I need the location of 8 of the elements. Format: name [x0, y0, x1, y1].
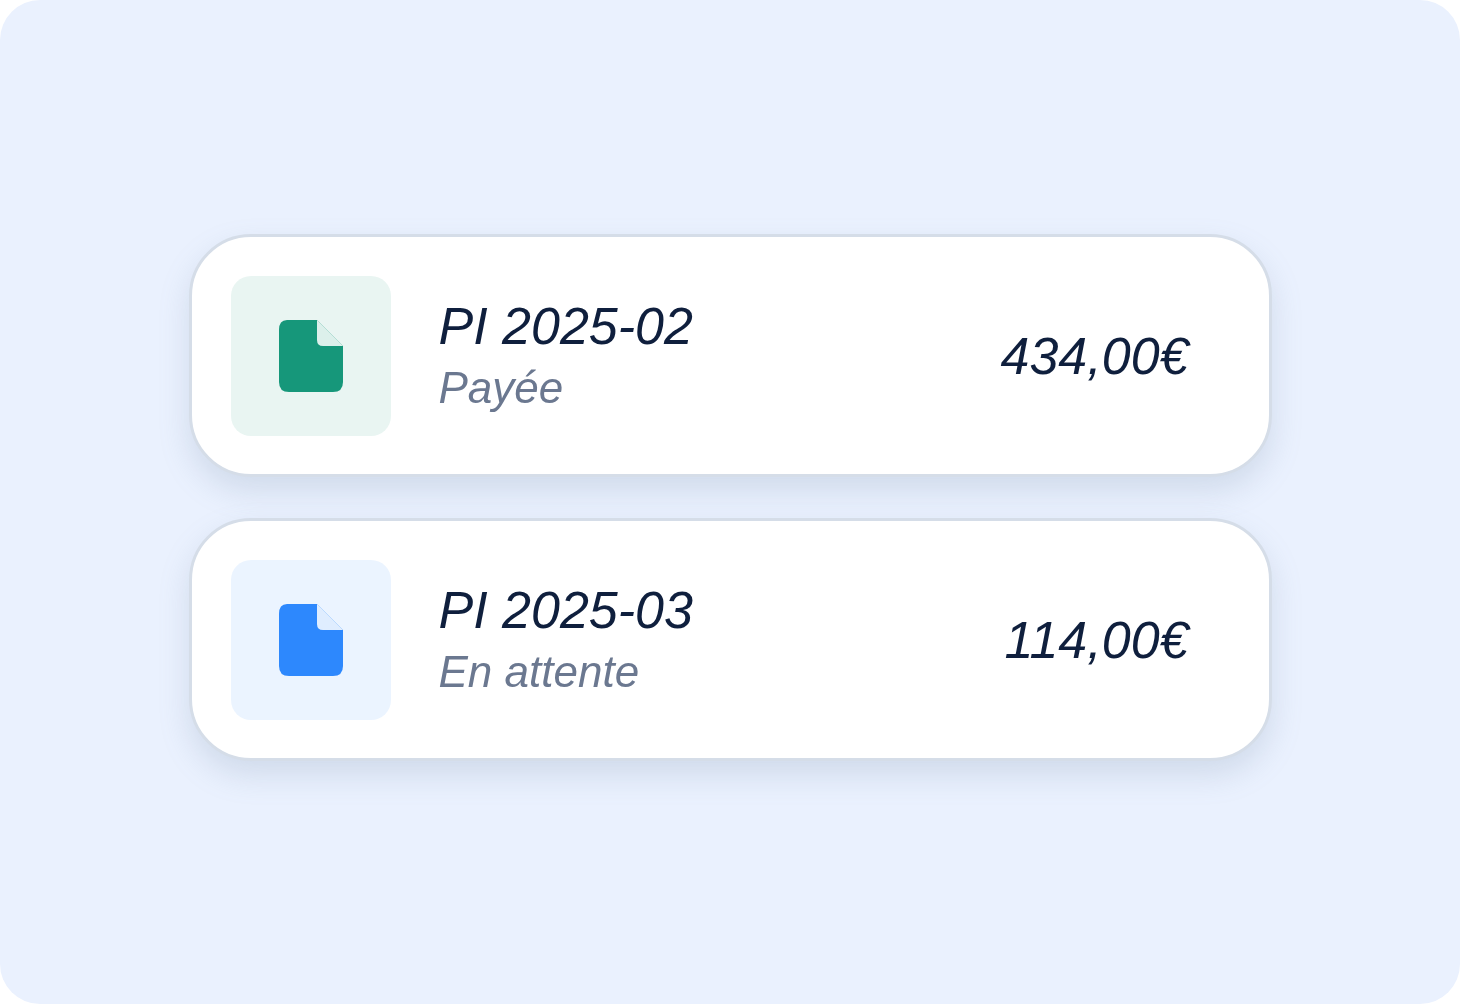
- invoice-status: Payée: [438, 363, 565, 414]
- invoice-amount: 114,00€: [1004, 609, 1189, 670]
- invoice-amount: 434,00€: [1000, 325, 1189, 386]
- invoice-card[interactable]: PI 2025-02 Payée 434,00€: [188, 234, 1272, 477]
- invoice-title: PI 2025-02: [438, 297, 694, 358]
- invoice-status: En attente: [438, 647, 641, 698]
- invoice-card[interactable]: PI 2025-03 En attente 114,00€: [188, 518, 1272, 761]
- invoice-title: PI 2025-03: [438, 581, 694, 642]
